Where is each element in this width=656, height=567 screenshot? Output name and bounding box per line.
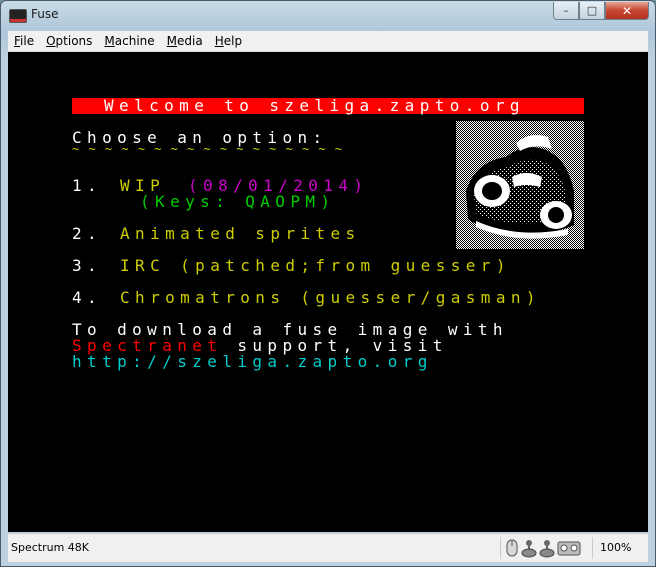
maximize-button[interactable]: □ bbox=[579, 2, 605, 20]
tape-icon bbox=[557, 541, 581, 556]
joystick-icon bbox=[521, 540, 537, 558]
option-4-number: 4. bbox=[72, 288, 103, 307]
menu-help[interactable]: Help bbox=[209, 31, 248, 51]
spectrum-screen[interactable]: Welcome to szeliga.zapto.org Choose an o… bbox=[8, 52, 648, 532]
zoom-level-status: 100% bbox=[600, 541, 632, 554]
menu-options[interactable]: Options bbox=[40, 31, 98, 51]
status-separator bbox=[500, 537, 501, 559]
machine-model-status: Spectrum 48K bbox=[11, 541, 90, 554]
option-4-label: Chromatrons (guesser/gasman) bbox=[120, 288, 541, 307]
window-title: Fuse bbox=[31, 7, 59, 21]
status-separator bbox=[592, 537, 593, 559]
option-1-keys: (Keys: QAOPM) bbox=[140, 192, 336, 211]
footer-url: http://szeliga.zapto.org bbox=[72, 352, 433, 371]
welcome-text: Welcome to szeliga.zapto.org bbox=[104, 96, 525, 115]
option-3-label: IRC (patched;from guesser) bbox=[120, 256, 511, 275]
close-button[interactable]: ✕ bbox=[605, 2, 649, 20]
option-2-label: Animated sprites bbox=[120, 224, 361, 243]
minimize-button[interactable]: – bbox=[553, 2, 579, 20]
menu-file[interactable]: File bbox=[8, 31, 40, 51]
option-3-number: 3. bbox=[72, 256, 103, 275]
option-2-number: 2. bbox=[72, 224, 103, 243]
title-bar[interactable]: Fuse – □ ✕ bbox=[1, 1, 655, 31]
welcome-banner: Welcome to szeliga.zapto.org bbox=[72, 98, 584, 114]
prompt-underline: ~~~~~~~~~~~~~~~~~ bbox=[72, 142, 352, 156]
fuse-app-icon bbox=[9, 9, 27, 23]
menu-media[interactable]: Media bbox=[161, 31, 209, 51]
dithered-car-picture bbox=[456, 121, 584, 249]
mouse-icon bbox=[506, 539, 518, 557]
option-1-number: 1. bbox=[72, 176, 103, 195]
menu-bar: File Options Machine Media Help bbox=[8, 31, 648, 52]
window-controls: – □ ✕ bbox=[553, 2, 649, 22]
status-icons bbox=[505, 538, 581, 558]
status-bar: Spectrum 48K 100% bbox=[8, 533, 648, 562]
joystick-icon bbox=[539, 540, 555, 558]
fuse-window: Fuse – □ ✕ File Options Machine Media He… bbox=[0, 0, 656, 567]
menu-machine[interactable]: Machine bbox=[98, 31, 160, 51]
